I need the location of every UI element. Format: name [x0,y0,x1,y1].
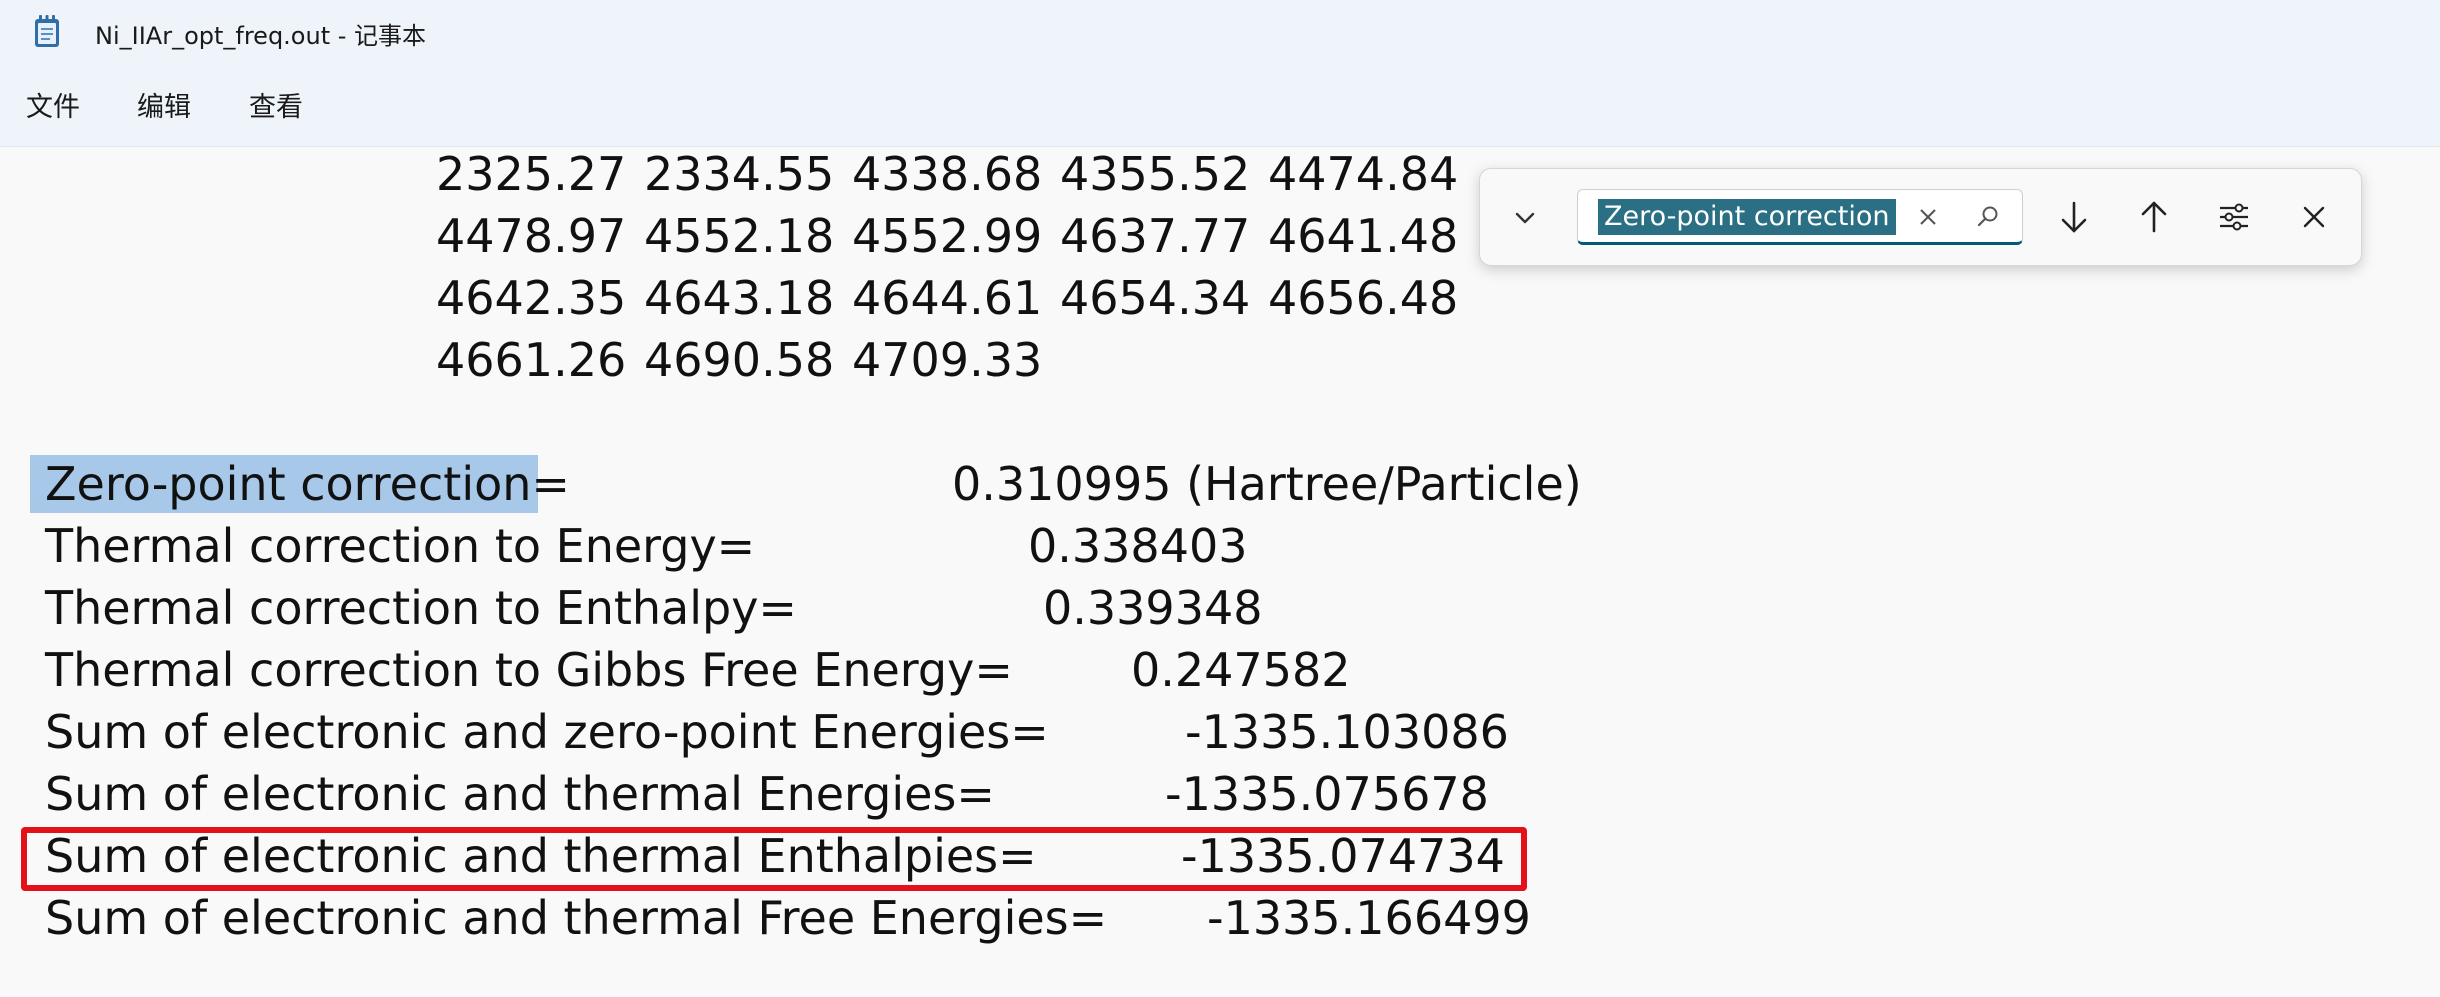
thermal-energy-value: 0.338403 [1028,519,1248,573]
frequency-value: 4552.99 [852,209,1043,263]
frequency-value: 4654.34 [1060,271,1251,325]
sum-thermal-energies-line: Sum of electronic and thermal Energies= … [45,767,1489,829]
annotation-red-box [21,827,1527,891]
frequency-value: 4641.48 [1268,209,1459,263]
zero-point-correction-line: Zero-point correction= 0.310995 (Hartree… [45,457,1582,519]
zero-point-equals: = [531,457,570,511]
frequency-value: 4643.18 [644,271,835,325]
menu-file[interactable]: 文件 [26,86,80,130]
menu-bar: 文件 编辑 查看 [0,66,2440,147]
sum-zero-point-label: Sum of electronic and zero-point Energie… [45,705,1049,759]
find-panel: Zero-point correction [1479,168,2362,266]
title-bar: Ni_IIAr_opt_freq.out - 记事本 [0,0,2440,66]
thermal-energy-label: Thermal correction to Energy= [45,519,756,573]
menu-edit[interactable]: 编辑 [137,86,191,130]
find-query-text[interactable]: Zero-point correction [1598,199,1896,235]
sum-free-energies-value: -1335.166499 [1207,891,1531,945]
expand-replace-chevron-icon[interactable] [1500,193,1550,243]
sum-free-energies-line: Sum of electronic and thermal Free Energ… [45,891,1531,953]
notepad-window: Ni_IIAr_opt_freq.out - 记事本 文件 编辑 查看 2325… [0,0,2440,997]
menu-view[interactable]: 查看 [249,86,303,130]
frequency-value: 2334.55 [644,147,835,201]
thermal-energy-line: Thermal correction to Energy= 0.338403 [45,519,1248,581]
sum-zero-point-line: Sum of electronic and zero-point Energie… [45,705,1509,767]
sum-zero-point-value: -1335.103086 [1185,705,1509,759]
frequency-value: 4709.33 [852,333,1043,387]
clear-icon[interactable] [1913,202,1943,232]
frequency-value: 4552.18 [644,209,835,263]
frequency-value: 4474.84 [1268,147,1459,201]
sum-thermal-energies-value: -1335.075678 [1165,767,1489,821]
frequency-value: 4644.61 [852,271,1043,325]
text-editor-area[interactable]: 2325.27 2334.55 4338.68 4355.52 4474.84 … [0,147,2440,997]
frequency-value: 4642.35 [436,271,627,325]
find-options-sliders-icon[interactable] [2208,191,2260,243]
frequency-value: 4690.58 [644,333,835,387]
frequency-value: 4661.26 [436,333,627,387]
thermal-enthalpy-line: Thermal correction to Enthalpy= 0.339348 [45,581,1263,643]
window-title: Ni_IIAr_opt_freq.out - 记事本 [95,22,427,50]
search-icon[interactable] [1973,202,2003,232]
thermal-gibbs-line: Thermal correction to Gibbs Free Energy=… [45,643,1351,705]
find-previous-arrow-up-icon[interactable] [2128,191,2180,243]
frequency-value: 4338.68 [852,147,1043,201]
frequency-value: 4656.48 [1268,271,1459,325]
sum-thermal-energies-label: Sum of electronic and thermal Energies= [45,767,995,821]
frequency-value: 4637.77 [1060,209,1251,263]
thermal-gibbs-label: Thermal correction to Gibbs Free Energy= [45,643,1013,697]
zero-point-label: Zero-point correction [45,457,532,511]
frequency-value: 4355.52 [1060,147,1251,201]
frequency-value: 2325.27 [436,147,627,201]
zero-point-value: 0.310995 (Hartree/Particle) [952,457,1582,511]
find-input-field[interactable]: Zero-point correction [1577,189,2023,245]
find-next-arrow-down-icon[interactable] [2048,191,2100,243]
notepad-app-icon [33,14,61,48]
thermal-enthalpy-value: 0.339348 [1043,581,1263,635]
sum-free-energies-label: Sum of electronic and thermal Free Energ… [45,891,1108,945]
thermal-gibbs-value: 0.247582 [1131,643,1351,697]
frequency-value: 4478.97 [436,209,627,263]
close-find-icon[interactable] [2288,191,2340,243]
thermal-enthalpy-label: Thermal correction to Enthalpy= [45,581,797,635]
